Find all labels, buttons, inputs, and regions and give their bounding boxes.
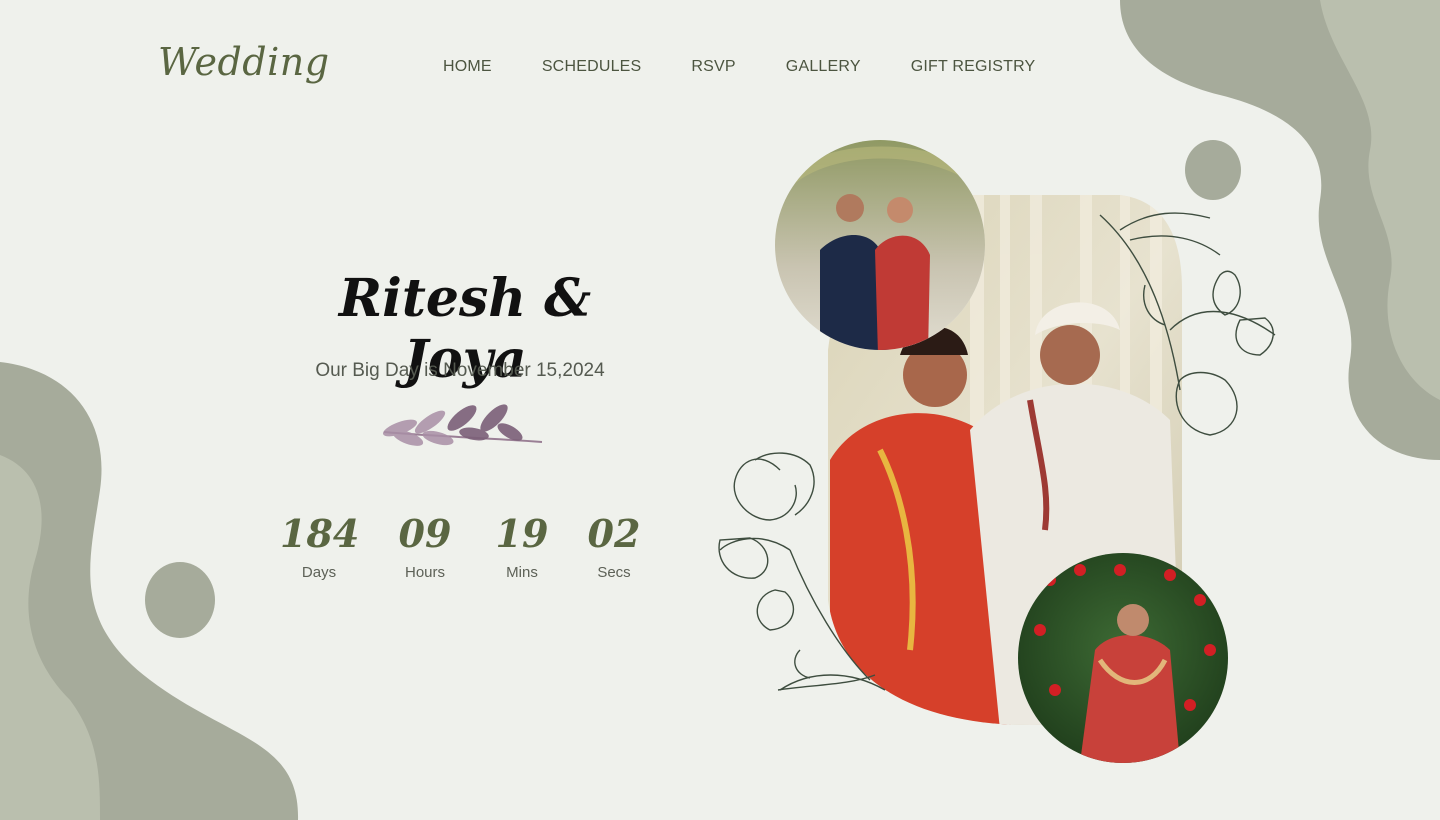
countdown-mins: 19 Mins <box>492 510 552 581</box>
photo-collage <box>718 140 1276 763</box>
countdown-timer: 184 Days 09 Hours 19 Mins 02 Secs <box>280 510 644 581</box>
countdown-secs-value: 02 <box>587 511 641 556</box>
nav-gallery[interactable]: GALLERY <box>786 58 861 76</box>
bride-roses-photo <box>1018 553 1228 763</box>
countdown-days-label: Days <box>301 564 337 581</box>
countdown-secs-label: Secs <box>597 564 631 581</box>
countdown-secs: 02 Secs <box>584 510 644 581</box>
nav-home[interactable]: HOME <box>443 58 492 76</box>
nav-gift-registry[interactable]: GIFT REGISTRY <box>911 58 1036 76</box>
countdown-mins-label: Mins <box>506 564 538 581</box>
main-nav: HOME SCHEDULES RSVP GALLERY GIFT REGISTR… <box>443 58 1085 76</box>
countdown-days: 184 Days <box>280 510 360 581</box>
nav-rsvp[interactable]: RSVP <box>691 58 735 76</box>
countdown-hours-label: Hours <box>404 564 445 581</box>
wedding-date-subtitle: Our Big Day is November 15,2024 <box>315 360 605 381</box>
site-logo[interactable]: Wedding <box>158 40 330 84</box>
countdown-days-value: 184 <box>280 511 360 556</box>
wedding-landing-page: Wedding HOME SCHEDULES RSVP GALLERY GIFT… <box>0 0 1440 820</box>
countdown-hours-value: 09 <box>398 511 452 556</box>
leaf-sprig-icon <box>382 404 543 446</box>
countdown-mins-value: 19 <box>495 511 549 556</box>
countdown-hours: 09 Hours <box>390 510 460 581</box>
nav-schedules[interactable]: SCHEDULES <box>542 58 642 76</box>
